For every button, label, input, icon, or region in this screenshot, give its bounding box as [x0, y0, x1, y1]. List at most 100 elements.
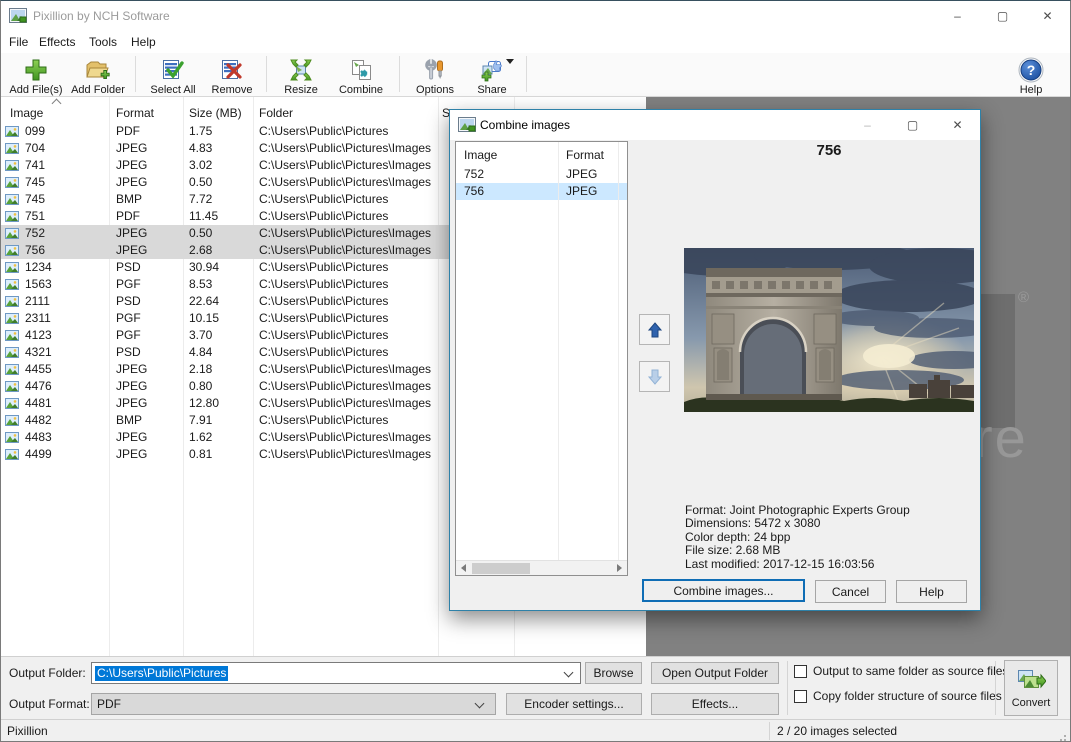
effects-button[interactable]: Effects... [651, 693, 779, 715]
help-button[interactable]: ? Help [1008, 53, 1054, 96]
combine-button[interactable]: Combine [329, 53, 393, 96]
combine-images-button[interactable]: Combine images... [642, 579, 805, 602]
remove-button[interactable]: Remove [204, 53, 260, 96]
cell-image: 704 [1, 140, 109, 157]
browse-button[interactable]: Browse [585, 662, 642, 684]
resize-button[interactable]: Resize [273, 53, 329, 96]
cell-format: JPEG [109, 242, 183, 259]
cell-image: 745 [1, 191, 109, 208]
info-dimensions: Dimensions: 5472 x 3080 [685, 517, 910, 530]
share-button[interactable]: Share [464, 53, 520, 96]
cell-size: 10.15 [183, 310, 253, 327]
cell-format: PSD [109, 259, 183, 276]
output-format-dropdown[interactable]: PDF [91, 693, 496, 715]
output-format-value: PDF [97, 697, 121, 711]
scroll-left-icon[interactable] [456, 561, 471, 575]
column-header-folder[interactable]: Folder [253, 106, 438, 123]
cell-folder: C:\Users\Public\Pictures\Images [253, 242, 438, 259]
cancel-button[interactable]: Cancel [815, 580, 886, 603]
convert-button[interactable]: Convert [1004, 660, 1058, 716]
image-name: 752 [25, 225, 45, 242]
share-icon [479, 56, 505, 83]
add-folder-button[interactable]: Add Folder [67, 53, 129, 96]
watermark-text: re [974, 405, 1028, 470]
share-dropdown-caret[interactable] [506, 59, 514, 64]
image-name: 4481 [25, 395, 52, 412]
dialog-maximize-button[interactable]: ▢ [890, 110, 935, 140]
same-folder-checkbox-label: Output to same folder as source files [813, 664, 1008, 678]
close-button[interactable]: ✕ [1025, 1, 1070, 31]
chevron-down-icon[interactable] [475, 699, 485, 709]
cell-size: 1.62 [183, 429, 253, 446]
cell-image: 4321 [1, 344, 109, 361]
add-files-button[interactable]: Add File(s) [5, 53, 67, 96]
image-thumbnail-icon [5, 126, 19, 137]
dialog-close-button[interactable]: ✕ [935, 110, 980, 140]
move-down-button[interactable] [639, 361, 670, 392]
encoder-settings-button[interactable]: Encoder settings... [506, 693, 642, 715]
dialog-column-format[interactable]: Format [558, 148, 618, 166]
toolbar-separator [526, 56, 527, 92]
cell-size: 3.70 [183, 327, 253, 344]
copy-structure-checkbox[interactable] [794, 690, 807, 703]
dialog-list-item[interactable]: 752 JPEG [456, 166, 627, 183]
image-name: 756 [25, 242, 45, 259]
cell-format: PDF [109, 123, 183, 140]
image-thumbnail-icon [5, 330, 19, 341]
status-bar: Pixillion 2 / 20 images selected [1, 719, 1070, 741]
dialog-list-hscrollbar[interactable] [456, 560, 627, 575]
dialog-list-body: 752 JPEG 756 JPEG [456, 166, 627, 200]
image-thumbnail-icon [5, 211, 19, 222]
copy-structure-checkbox-row[interactable]: Copy folder structure of source files [794, 689, 1002, 703]
cell-format: JPEG [109, 174, 183, 191]
open-output-folder-button[interactable]: Open Output Folder [651, 662, 779, 684]
cell-size: 2.18 [183, 361, 253, 378]
cell-size: 12.80 [183, 395, 253, 412]
menu-help[interactable]: Help [131, 35, 156, 49]
cell-folder: C:\Users\Public\Pictures [253, 412, 438, 429]
resize-grip[interactable] [1064, 735, 1066, 737]
menu-effects[interactable]: Effects [39, 35, 75, 49]
column-header-image[interactable]: Image [1, 106, 109, 123]
cell-size: 4.83 [183, 140, 253, 157]
column-header-format[interactable]: Format [109, 106, 183, 123]
dialog-list-item[interactable]: 756 JPEG [456, 183, 627, 200]
cell-format: JPEG [109, 157, 183, 174]
cell-image: 2311 [1, 310, 109, 327]
chevron-down-icon[interactable] [564, 668, 574, 678]
cell-format: PSD [109, 293, 183, 310]
same-folder-checkbox[interactable] [794, 665, 807, 678]
app-icon [9, 8, 27, 23]
scrollbar-thumb[interactable] [472, 563, 530, 574]
info-color-depth: Color depth: 24 bpp [685, 531, 910, 544]
column-header-size[interactable]: Size (MB) [183, 106, 253, 123]
cell-size: 0.50 [183, 225, 253, 242]
image-thumbnail-icon [5, 347, 19, 358]
maximize-button[interactable]: ▢ [980, 1, 1025, 31]
cell-format: JPEG [109, 395, 183, 412]
output-folder-combobox[interactable]: C:\Users\Public\Pictures [91, 662, 581, 684]
dialog-column-image[interactable]: Image [456, 148, 558, 166]
menu-tools[interactable]: Tools [89, 35, 117, 49]
options-button[interactable]: Options [406, 53, 464, 96]
arrow-up-icon [646, 321, 664, 339]
image-name: 1234 [25, 259, 52, 276]
dialog-help-button[interactable]: Help [896, 580, 967, 603]
scroll-right-icon[interactable] [612, 561, 627, 575]
cell-folder: C:\Users\Public\Pictures\Images [253, 446, 438, 463]
cell-folder: C:\Users\Public\Pictures [253, 208, 438, 225]
select-all-icon [160, 56, 186, 83]
cell-image: 2111 [1, 293, 109, 310]
cell-image: 099 [1, 123, 109, 140]
move-up-button[interactable] [639, 314, 670, 345]
minimize-button[interactable]: – [935, 1, 980, 31]
copy-structure-checkbox-label: Copy folder structure of source files [813, 689, 1002, 703]
cell-size: 8.53 [183, 276, 253, 293]
menu-file[interactable]: File [9, 35, 28, 49]
cell-size: 7.91 [183, 412, 253, 429]
cell-format: PGF [109, 276, 183, 293]
select-all-button[interactable]: Select All [142, 53, 204, 96]
dialog-cell-image: 756 [456, 183, 558, 200]
same-folder-checkbox-row[interactable]: Output to same folder as source files [794, 664, 1008, 678]
toolbar-separator [266, 56, 267, 92]
